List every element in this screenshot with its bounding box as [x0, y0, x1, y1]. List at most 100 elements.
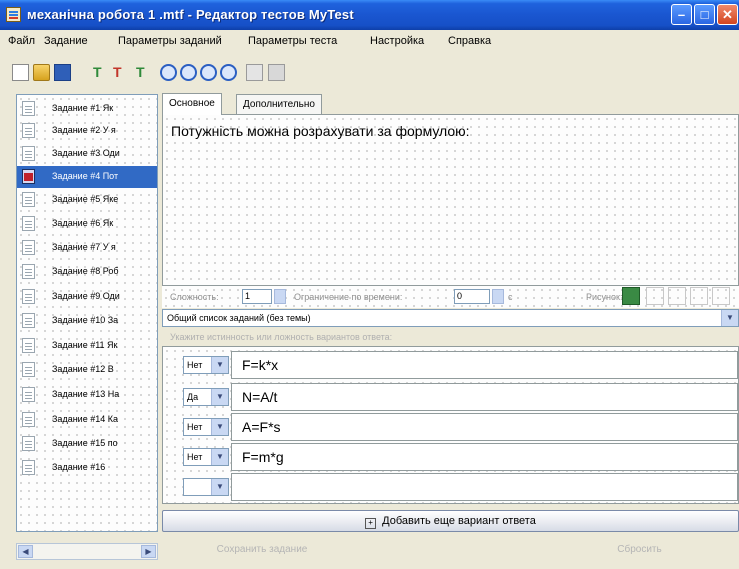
minimize-button[interactable]: –	[671, 4, 692, 25]
move-down-icon[interactable]	[180, 64, 197, 81]
task-icon	[22, 460, 35, 475]
delete-task-icon[interactable]: T	[113, 64, 130, 81]
answer-input[interactable]	[231, 473, 738, 501]
chevron-down-icon[interactable]: ▼	[211, 357, 228, 373]
picture-slot-3[interactable]	[690, 287, 708, 305]
paste-icon[interactable]	[268, 64, 285, 81]
list-item[interactable]: Задание #9 Оди	[17, 286, 157, 308]
chevron-down-icon[interactable]: ▼	[211, 419, 228, 435]
tab-additional[interactable]: Дополнительно	[236, 94, 322, 114]
list-item[interactable]: Задание #3 Оди	[17, 143, 157, 165]
complexity-input[interactable]: 1	[242, 289, 272, 304]
time-limit-input[interactable]: 0	[454, 289, 490, 304]
add-answer-button[interactable]: + Добавить еще вариант ответа	[162, 510, 739, 532]
task-params-row: Сложность: 1 Ограничение по времени: 0 с…	[162, 286, 739, 308]
menu-file[interactable]: Файл	[8, 35, 35, 47]
theme-value: Общий список заданий (без темы)	[167, 313, 311, 323]
scroll-right-icon[interactable]: ▶	[141, 545, 156, 558]
time-limit-stepper[interactable]	[492, 289, 504, 304]
picture-label: Рисунок:	[586, 292, 623, 302]
add-task-icon[interactable]: T	[93, 64, 110, 81]
list-item[interactable]: Задание #16	[17, 457, 157, 479]
time-unit-label: с	[508, 292, 513, 302]
task-list[interactable]: Задание #1 Як Задание #2 У я Задание #3 …	[16, 94, 158, 532]
truth-select[interactable]: Нет ▼	[183, 448, 229, 466]
picture-slot-1[interactable]	[646, 287, 664, 305]
answer-input[interactable]: F=m*g	[231, 443, 738, 471]
task-icon	[22, 146, 35, 161]
add-answer-label: Добавить еще вариант ответа	[382, 515, 536, 527]
truth-select[interactable]: Нет ▼	[183, 418, 229, 436]
list-item[interactable]: Задание #12 В	[17, 359, 157, 381]
tab-main[interactable]: Основное	[162, 93, 222, 115]
time-limit-label: Ограничение по времени:	[294, 292, 403, 302]
answer-row: Нет ▼ F=k*x	[163, 349, 738, 381]
complexity-stepper[interactable]	[274, 289, 286, 304]
menu-help[interactable]: Справка	[448, 35, 491, 47]
answers-panel: Нет ▼ F=k*x Да ▼ N=A/t Нет ▼ A=F*s Нет ▼ F=m…	[162, 346, 739, 504]
close-button[interactable]: ✕	[717, 4, 738, 25]
save-icon[interactable]	[54, 64, 71, 81]
scroll-left-icon[interactable]: ◀	[18, 545, 33, 558]
answer-input[interactable]: F=k*x	[231, 351, 738, 379]
task-type-icon[interactable]: T	[136, 64, 153, 81]
task-icon	[22, 216, 35, 231]
picture-slot-2[interactable]	[668, 287, 686, 305]
list-item[interactable]: Задание #8 Роб	[17, 261, 157, 283]
task-icon	[22, 338, 35, 353]
list-item[interactable]: Задание #6 Як	[17, 213, 157, 235]
chevron-down-icon[interactable]: ▼	[211, 389, 228, 405]
list-item[interactable]: Задание #2 У я	[17, 120, 157, 142]
picture-icon[interactable]	[622, 287, 640, 305]
move-last-icon[interactable]	[220, 64, 237, 81]
truth-select[interactable]: ▼	[183, 478, 229, 496]
truth-select[interactable]: Нет ▼	[183, 356, 229, 374]
menu-settings[interactable]: Настройка	[370, 35, 424, 47]
task-icon	[22, 169, 35, 184]
menu-task[interactable]: Задание	[44, 35, 88, 47]
chevron-down-icon[interactable]: ▼	[211, 449, 228, 465]
list-item[interactable]: Задание #7 У я	[17, 237, 157, 259]
move-first-icon[interactable]	[200, 64, 217, 81]
menu-test-params[interactable]: Параметры теста	[248, 35, 337, 47]
list-item[interactable]: Задание #5 Яке	[17, 189, 157, 211]
move-up-icon[interactable]	[160, 64, 177, 81]
task-icon	[22, 412, 35, 427]
list-item-selected[interactable]: Задание #4 Пот	[17, 166, 157, 188]
window-title: механічна робота 1 .mtf - Редактор тесто…	[27, 7, 354, 22]
list-item[interactable]: Задание #1 Як	[17, 98, 157, 120]
task-icon	[22, 101, 35, 116]
task-icon	[22, 192, 35, 207]
task-icon	[22, 289, 35, 304]
task-list-scrollbar[interactable]: ◀ ▶	[16, 543, 158, 560]
copy-icon[interactable]	[246, 64, 263, 81]
answer-input[interactable]: A=F*s	[231, 413, 738, 441]
task-icon	[22, 313, 35, 328]
title-bar: механічна робота 1 .mtf - Редактор тесто…	[0, 0, 739, 30]
answer-input[interactable]: N=A/t	[231, 383, 738, 411]
chevron-down-icon[interactable]: ▼	[211, 479, 228, 495]
question-text: Потужність можна розрахувати за формулою…	[171, 123, 470, 139]
menu-task-params[interactable]: Параметры заданий	[118, 35, 222, 47]
list-item[interactable]: Задание #10 За	[17, 310, 157, 332]
list-item[interactable]: Задание #13 На	[17, 384, 157, 406]
save-task-button[interactable]: Сохранить задание	[162, 538, 362, 562]
maximize-button[interactable]: □	[694, 4, 715, 25]
task-icon	[22, 240, 35, 255]
chevron-down-icon[interactable]: ▼	[721, 310, 738, 326]
menu-bar: Файл Задание Параметры заданий Параметры…	[0, 30, 739, 54]
task-icon	[22, 123, 35, 138]
new-file-icon[interactable]	[12, 64, 29, 81]
theme-select[interactable]: Общий список заданий (без темы) ▼	[162, 309, 739, 327]
plus-icon: +	[365, 518, 377, 529]
picture-slot-4[interactable]	[712, 287, 730, 305]
reset-button[interactable]: Сбросить	[540, 538, 739, 562]
truth-select[interactable]: Да ▼	[183, 388, 229, 406]
list-item[interactable]: Задание #14 Ка	[17, 409, 157, 431]
task-icon	[22, 436, 35, 451]
question-editor[interactable]: Потужність можна розрахувати за формулою…	[162, 114, 739, 286]
list-item[interactable]: Задание #11 Як	[17, 335, 157, 357]
answer-row: ▼	[163, 471, 738, 503]
open-folder-icon[interactable]	[33, 64, 50, 81]
list-item[interactable]: Задание #15 по	[17, 433, 157, 455]
